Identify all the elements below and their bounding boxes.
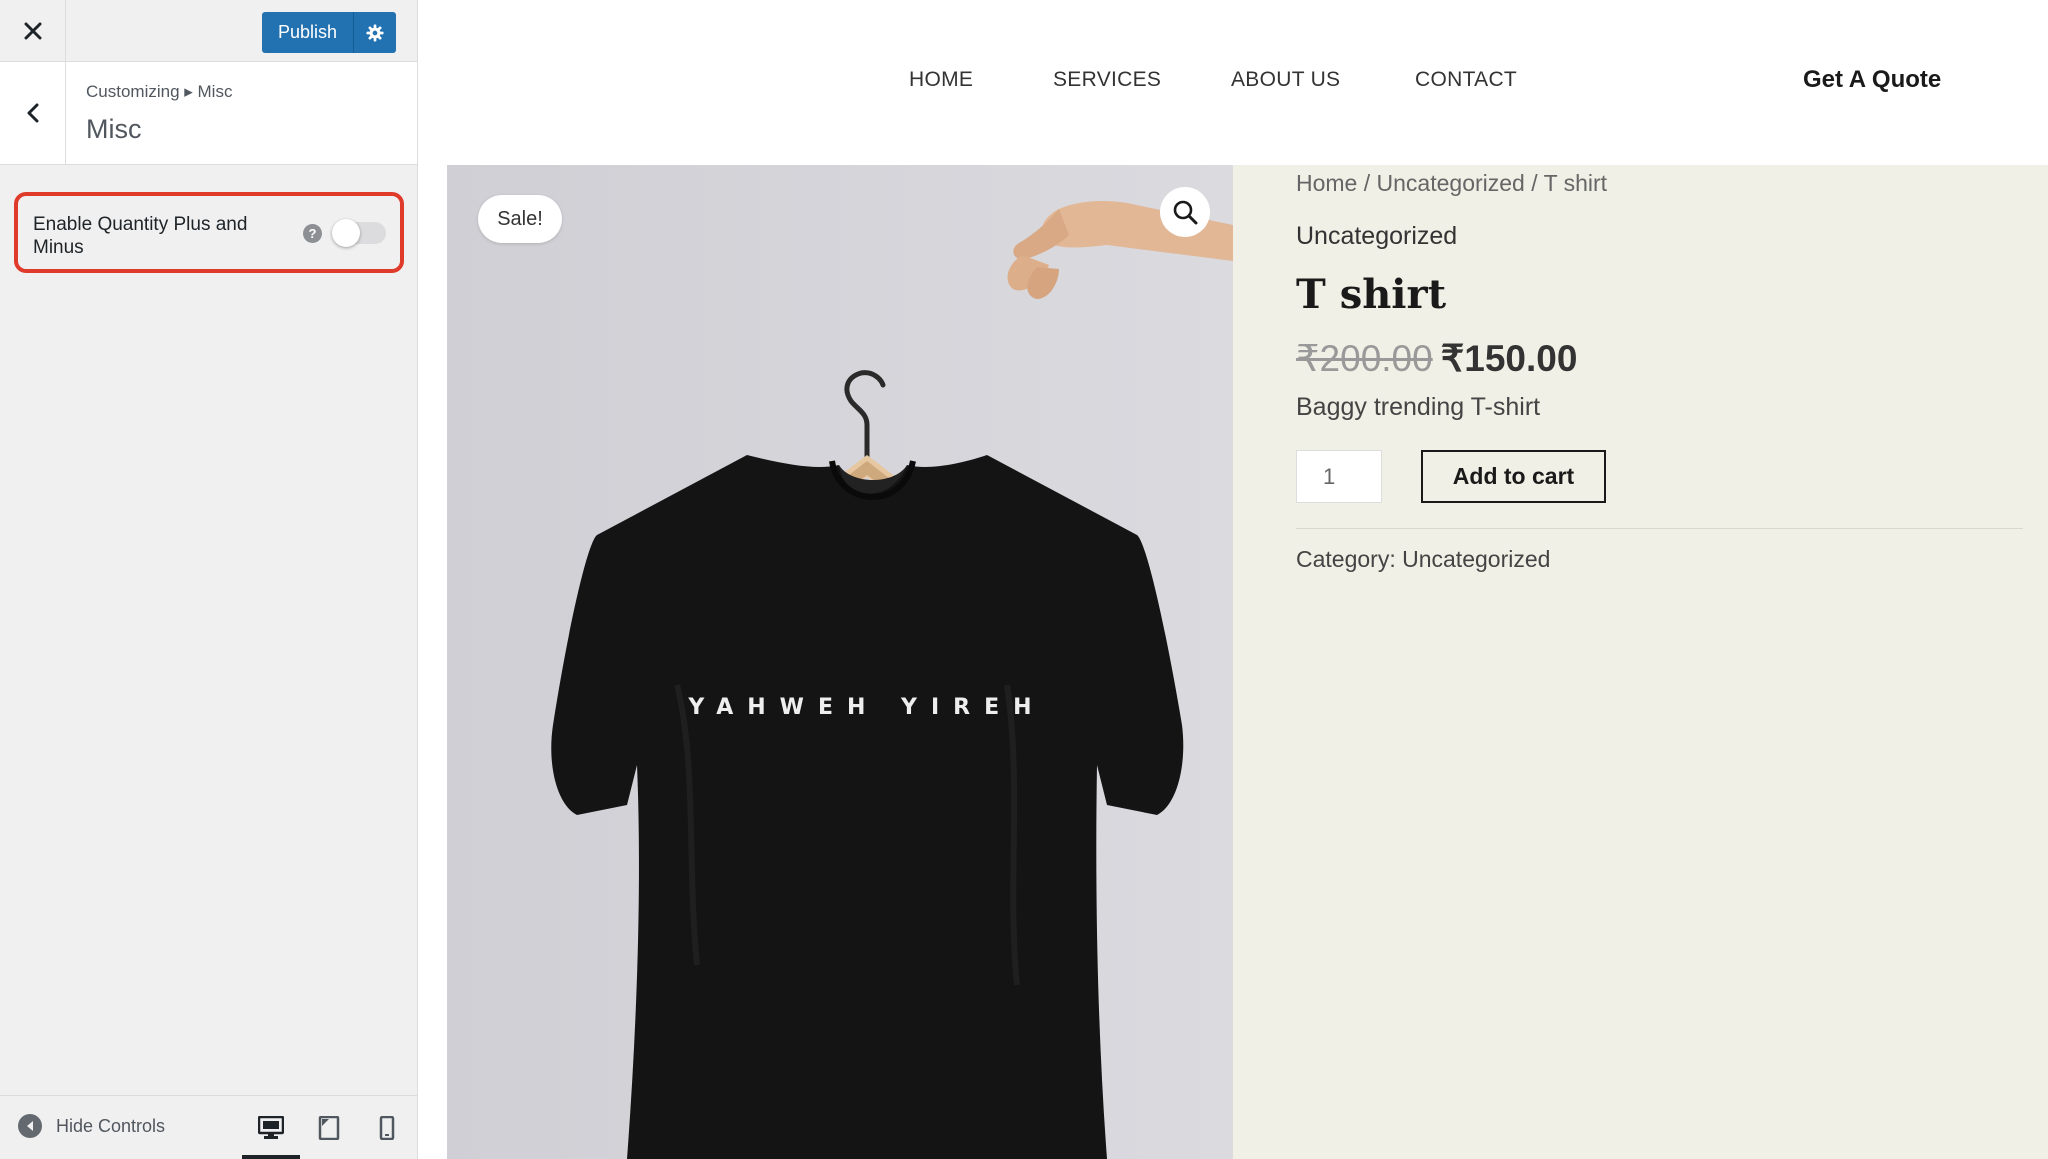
preview-desktop-button[interactable] — [251, 1108, 291, 1148]
nav-item-about-us[interactable]: ABOUT US — [1231, 68, 1340, 92]
sale-badge: Sale! — [478, 195, 562, 243]
toggle-knob — [332, 219, 360, 247]
close-customizer-button[interactable] — [0, 0, 66, 62]
desktop-icon — [258, 1116, 284, 1139]
shirt-print-text: YAHWEH YIREH — [688, 695, 1046, 720]
site-header: HOME SERVICES ABOUT US CONTACT Get A Quo… — [418, 0, 2048, 165]
nav-item-contact[interactable]: CONTACT — [1415, 68, 1517, 92]
arrow-left-circle-icon — [18, 1114, 42, 1138]
section-title: Misc — [86, 114, 142, 144]
close-icon — [24, 22, 41, 40]
hide-controls-label: Hide Controls — [56, 1115, 166, 1136]
product-price: ₹200.00 ₹150.00 — [1296, 337, 1577, 380]
product-title: T shirt — [1296, 271, 1447, 318]
control-label: Enable Quantity Plus and Minus — [33, 214, 248, 258]
nav-item-services[interactable]: SERVICES — [1053, 68, 1161, 92]
preview-mobile-button[interactable] — [367, 1108, 407, 1148]
product-image[interactable]: YAHWEH YIREH Sale! — [447, 165, 1233, 1159]
tablet-icon — [318, 1116, 340, 1140]
quantity-plus-minus-control: Enable Quantity Plus and Minus ? — [14, 192, 404, 273]
customizer-breadcrumb: Customizing ▸ Misc — [86, 82, 233, 101]
publish-group: Publish — [262, 12, 396, 53]
divider — [1296, 528, 2023, 529]
customizer-footer: Hide Controls — [0, 1095, 417, 1159]
image-zoom-button[interactable] — [1160, 187, 1210, 237]
add-to-cart-button[interactable]: Add to cart — [1421, 450, 1606, 503]
gear-icon — [366, 23, 384, 42]
hide-controls-button[interactable]: Hide Controls — [18, 1114, 165, 1138]
section-header: Customizing ▸ Misc Misc — [0, 62, 417, 165]
preview-tablet-button[interactable] — [309, 1108, 349, 1148]
customizer-header: Publish — [0, 0, 417, 62]
customizer-sidebar: Publish Customizing ▸ Misc Misc Enable Q… — [0, 0, 418, 1159]
help-icon[interactable]: ? — [303, 224, 322, 243]
product-meta-category[interactable]: Category: Uncategorized — [1296, 546, 1550, 573]
product-breadcrumb[interactable]: Home / Uncategorized / T shirt — [1296, 170, 1607, 197]
get-a-quote-link[interactable]: Get A Quote — [1803, 66, 1941, 94]
mobile-icon — [379, 1116, 395, 1140]
product-category[interactable]: Uncategorized — [1296, 222, 1457, 251]
chevron-left-icon — [27, 103, 38, 123]
active-device-indicator — [242, 1155, 300, 1159]
publish-button[interactable]: Publish — [262, 12, 354, 53]
back-button[interactable] — [0, 62, 66, 164]
site-preview: HOME SERVICES ABOUT US CONTACT Get A Quo… — [418, 0, 2048, 1159]
quantity-input[interactable]: 1 — [1296, 450, 1382, 503]
nav-item-home[interactable]: HOME — [909, 68, 973, 92]
tshirt-photo — [447, 165, 1233, 1159]
product-short-description: Baggy trending T-shirt — [1296, 393, 1541, 421]
search-icon — [1173, 200, 1198, 225]
regular-price: ₹200.00 — [1296, 338, 1433, 379]
sale-price: ₹150.00 — [1440, 338, 1578, 379]
product-summary: Home / Uncategorized / T shirt Uncategor… — [1233, 165, 2048, 1159]
publish-settings-button[interactable] — [354, 12, 396, 53]
quantity-plus-minus-toggle[interactable] — [332, 219, 386, 247]
